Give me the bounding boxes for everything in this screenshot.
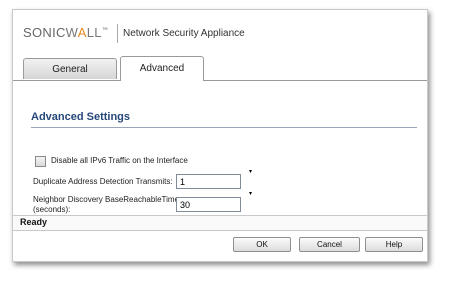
dad-transmits-marker-icon: ▾	[249, 169, 253, 175]
sonicwall-logo: SONICWALL™	[23, 25, 109, 40]
nd-reachable-label-line2: (seconds):	[33, 205, 71, 214]
header-divider	[117, 24, 118, 43]
nd-reachable-label-line1: Neighbor Discovery BaseReachableTime	[33, 195, 179, 204]
product-title: Network Security Appliance	[123, 28, 245, 39]
nd-reachable-label: Neighbor Discovery BaseReachableTime (se…	[33, 195, 179, 215]
section-divider	[31, 127, 417, 128]
tab-advanced[interactable]: Advanced	[120, 56, 204, 81]
status-bar: Ready	[13, 215, 427, 231]
section-title: Advanced Settings	[31, 111, 131, 123]
appliance-dialog: SONICWALL™ Network Security Appliance Ge…	[12, 9, 428, 262]
disable-ipv6-checkbox[interactable]	[35, 156, 46, 167]
dialog-header: SONICWALL™ Network Security Appliance	[13, 10, 427, 56]
tab-general[interactable]: General	[23, 58, 117, 79]
nd-reachable-marker-icon: ▾	[249, 191, 253, 197]
help-button[interactable]: Help	[365, 237, 423, 252]
dad-transmits-label: Duplicate Address Detection Transmits:	[33, 177, 173, 186]
ok-button[interactable]: OK	[233, 237, 291, 252]
dad-transmits-input[interactable]	[176, 174, 241, 189]
advanced-panel: Advanced Settings Disable all IPv6 Traff…	[13, 81, 427, 217]
cancel-button[interactable]: Cancel	[299, 237, 360, 252]
disable-ipv6-label: Disable all IPv6 Traffic on the Interfac…	[51, 156, 188, 165]
nd-reachable-input[interactable]	[176, 197, 241, 212]
status-text: Ready	[20, 217, 48, 227]
tab-bar: General Advanced	[13, 56, 427, 81]
